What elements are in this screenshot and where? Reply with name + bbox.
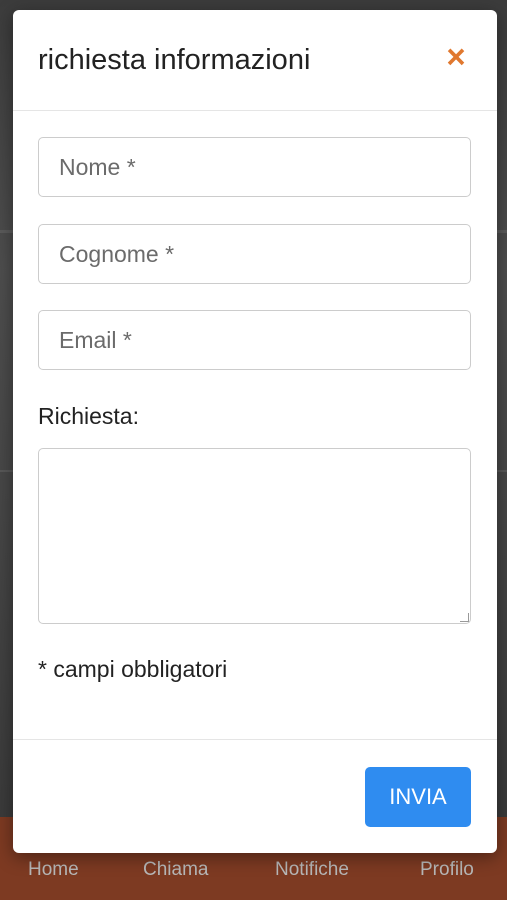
info-request-modal: richiesta informazioni × Richiesta: * ca… (13, 10, 497, 853)
tab-home-label: Home (28, 859, 79, 880)
tab-home[interactable]: Home (28, 825, 79, 881)
required-fields-note: * campi obbligatori (38, 656, 228, 682)
tab-profilo-label: Profilo (420, 859, 474, 880)
tab-chiama-label: Chiama (143, 859, 209, 880)
tab-notifiche-label: Notifiche (275, 859, 349, 880)
close-icon[interactable]: × (441, 40, 471, 73)
modal-title: richiesta informazioni (38, 44, 311, 76)
cognome-field[interactable] (38, 224, 471, 284)
modal-header: richiesta informazioni × (13, 10, 497, 111)
richiesta-textarea[interactable] (38, 448, 471, 624)
tab-notifiche[interactable]: Notifiche (275, 825, 349, 881)
richiesta-label: Richiesta: (38, 403, 139, 429)
email-field[interactable] (38, 310, 471, 370)
submit-button[interactable]: INVIA (365, 767, 471, 827)
tab-chiama[interactable]: Chiama (143, 825, 209, 881)
resize-handle-icon[interactable] (460, 613, 469, 622)
tab-profilo[interactable]: Profilo (420, 825, 474, 881)
nome-field[interactable] (38, 137, 471, 197)
modal-footer-divider (13, 739, 497, 740)
